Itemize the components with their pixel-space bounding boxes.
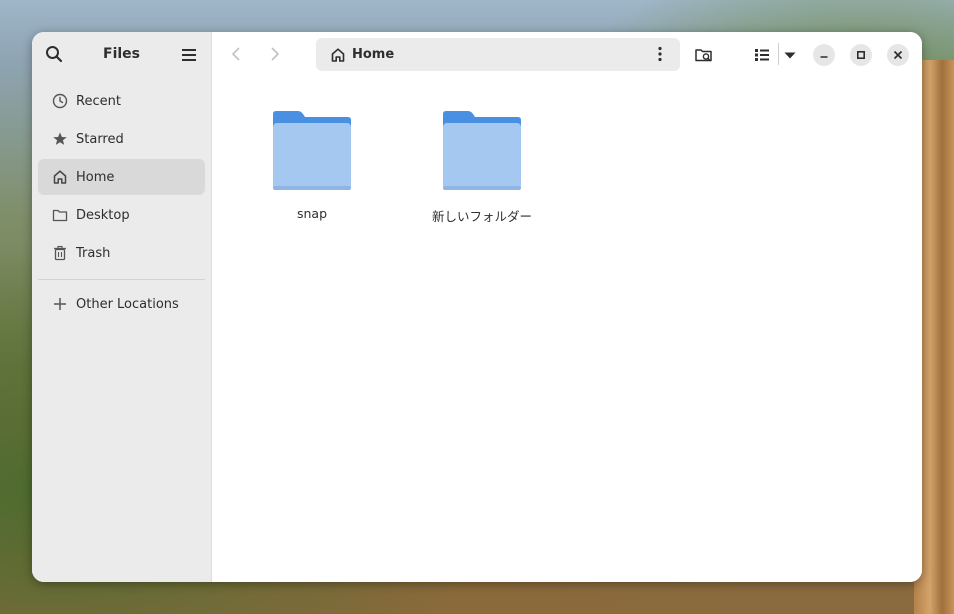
sidebar-item-desktop[interactable]: Desktop — [38, 197, 205, 233]
more-options-icon[interactable] — [652, 46, 668, 62]
sidebar-item-label: Trash — [76, 245, 111, 261]
file-grid: snap 新しいフォルダー — [212, 76, 922, 582]
sidebar: Files Recent Starred Home Desktop Trash … — [32, 32, 212, 582]
toolbar-separator — [778, 43, 779, 65]
hamburger-menu-icon[interactable] — [179, 45, 199, 65]
sidebar-divider — [38, 279, 205, 280]
file-name: 新しいフォルダー — [431, 209, 532, 224]
sidebar-header: Files — [32, 32, 211, 76]
sidebar-item-label: Desktop — [76, 207, 130, 223]
files-window: Files Recent Starred Home Desktop Trash … — [32, 32, 922, 582]
back-arrow-icon[interactable] — [226, 44, 246, 64]
clock-icon — [52, 93, 68, 109]
header-bar: Home — [212, 32, 922, 76]
path-bar[interactable]: Home — [316, 38, 680, 71]
folder-icon — [443, 111, 521, 190]
file-item[interactable]: 新しいフォルダー — [422, 110, 542, 225]
sidebar-item-label: Recent — [76, 93, 121, 109]
star-icon — [53, 132, 67, 145]
forward-arrow-icon[interactable] — [265, 44, 285, 64]
sidebar-item-starred[interactable]: Starred — [38, 121, 205, 157]
close-button[interactable] — [887, 44, 909, 66]
plus-icon — [54, 298, 66, 310]
home-icon — [331, 47, 345, 62]
sidebar-item-label: Home — [76, 169, 115, 185]
minimize-icon — [820, 56, 828, 58]
folder-icon — [273, 111, 351, 190]
view-options-dropdown-icon[interactable] — [782, 45, 798, 65]
sidebar-item-other-locations[interactable]: Other Locations — [38, 286, 205, 322]
minimize-button[interactable] — [813, 44, 835, 66]
search-in-folder-icon[interactable] — [694, 45, 714, 65]
file-item[interactable]: snap — [252, 110, 372, 221]
trash-icon — [54, 245, 66, 261]
list-view-icon[interactable] — [752, 45, 772, 65]
maximize-button[interactable] — [850, 44, 872, 66]
sidebar-item-recent[interactable]: Recent — [38, 83, 205, 119]
sidebar-other-locations: Other Locations — [38, 286, 205, 324]
folder-icon — [52, 209, 68, 222]
sidebar-item-trash[interactable]: Trash — [38, 235, 205, 271]
sidebar-item-label: Other Locations — [76, 296, 179, 312]
path-label: Home — [352, 47, 395, 62]
main-pane: Home snap 新しいフォルダー — [212, 32, 922, 582]
sidebar-places: Recent Starred Home Desktop Trash — [38, 83, 205, 273]
close-icon — [893, 50, 903, 60]
sidebar-item-home[interactable]: Home — [38, 159, 205, 195]
sidebar-item-label: Starred — [76, 131, 124, 147]
maximize-icon — [856, 50, 866, 60]
home-icon — [53, 170, 67, 184]
file-name: snap — [296, 206, 328, 221]
